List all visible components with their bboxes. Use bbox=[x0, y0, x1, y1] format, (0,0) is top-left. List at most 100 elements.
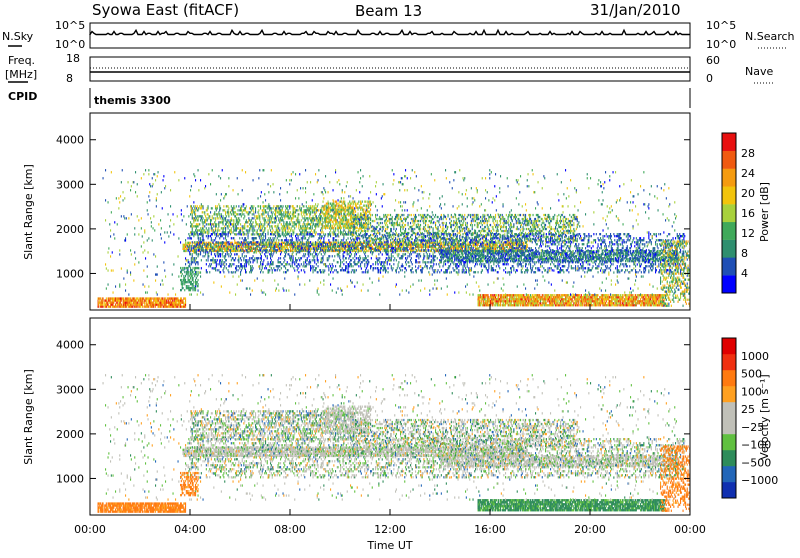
power-cell bbox=[518, 304, 519, 306]
power-cell bbox=[540, 302, 541, 304]
power-cell bbox=[291, 219, 292, 221]
power-cell bbox=[588, 252, 589, 254]
power-cell bbox=[316, 231, 317, 233]
power-cell bbox=[223, 217, 224, 219]
power-cell bbox=[495, 296, 496, 298]
power-cell bbox=[274, 219, 275, 221]
power-cell bbox=[660, 298, 661, 300]
power-cell bbox=[299, 205, 300, 207]
power-cell bbox=[262, 227, 263, 229]
power-cell bbox=[280, 217, 281, 219]
power-cell bbox=[285, 213, 286, 215]
power-cell bbox=[520, 304, 521, 306]
power-cell bbox=[208, 217, 209, 219]
power-cell bbox=[623, 294, 624, 296]
power-cell bbox=[272, 213, 273, 215]
power-cell bbox=[233, 205, 234, 207]
power-cell bbox=[314, 211, 315, 213]
nave-label: Nave bbox=[745, 65, 773, 78]
power-cell bbox=[367, 250, 368, 252]
power-cell bbox=[262, 215, 263, 217]
freq-label: Freq. bbox=[8, 54, 35, 67]
power-cell bbox=[317, 205, 318, 207]
power-cell bbox=[598, 294, 599, 296]
power-cell bbox=[597, 304, 598, 306]
power-cell bbox=[368, 250, 369, 252]
power-cell bbox=[503, 298, 504, 300]
power-cell bbox=[637, 296, 638, 298]
power-cell bbox=[315, 233, 316, 235]
power-cell bbox=[507, 246, 508, 248]
power-cell bbox=[553, 294, 554, 296]
power-cell bbox=[600, 304, 601, 306]
power-cell bbox=[195, 215, 196, 217]
power-cell bbox=[308, 205, 309, 207]
power-cell bbox=[281, 211, 282, 213]
power-cell bbox=[492, 294, 493, 296]
power-cell bbox=[301, 219, 302, 221]
power-cell bbox=[103, 302, 104, 304]
power-cell bbox=[314, 209, 315, 211]
power-cell bbox=[656, 300, 657, 302]
power-cell bbox=[509, 298, 510, 300]
power-cell bbox=[611, 256, 612, 258]
power-cell bbox=[282, 207, 283, 209]
power-cell bbox=[198, 209, 199, 211]
power-cell bbox=[505, 304, 506, 306]
power-cell bbox=[301, 211, 302, 213]
power-cell bbox=[449, 242, 450, 244]
power-cell bbox=[618, 294, 619, 296]
power-cell bbox=[287, 207, 288, 209]
power-cell bbox=[217, 215, 218, 217]
power-cell bbox=[203, 217, 204, 219]
power-cell bbox=[283, 229, 284, 231]
power-cell bbox=[303, 223, 304, 225]
power-cell bbox=[178, 306, 179, 308]
freq-left-tick-bottom: 8 bbox=[66, 72, 73, 85]
power-cell bbox=[203, 227, 204, 229]
power-cell bbox=[104, 302, 105, 304]
power-cell bbox=[219, 213, 220, 215]
power-cell bbox=[587, 296, 588, 298]
power-cell bbox=[213, 225, 214, 227]
power-cell bbox=[181, 297, 182, 299]
power-cell bbox=[224, 225, 225, 227]
power-cell bbox=[480, 294, 481, 296]
power-cell bbox=[290, 248, 291, 250]
power-cell bbox=[310, 211, 311, 213]
power-cell bbox=[234, 207, 235, 209]
power-cell bbox=[543, 304, 544, 306]
power-cell bbox=[168, 299, 169, 301]
power-cell bbox=[258, 213, 259, 215]
power-cell bbox=[530, 294, 531, 296]
power-cell bbox=[481, 302, 482, 304]
power-cell bbox=[210, 211, 211, 213]
power-cell bbox=[308, 217, 309, 219]
power-cell bbox=[293, 231, 294, 233]
power-cell bbox=[635, 300, 636, 302]
power-panel: 1000200030004000 Slant Range [km] 282420… bbox=[22, 113, 771, 310]
power-cell bbox=[444, 246, 445, 248]
power-cell bbox=[247, 211, 248, 213]
power-cell bbox=[273, 221, 274, 223]
power-cell bbox=[279, 221, 280, 223]
power-cell bbox=[403, 244, 404, 246]
power-cell bbox=[613, 256, 614, 258]
power-cell bbox=[202, 219, 203, 221]
power-cell bbox=[272, 215, 273, 217]
power-cell bbox=[185, 306, 186, 308]
power-cell bbox=[528, 294, 529, 296]
power-cell bbox=[248, 217, 249, 219]
power-cell bbox=[218, 213, 219, 215]
power-cell bbox=[562, 302, 563, 304]
power-cell bbox=[250, 227, 251, 229]
power-cell bbox=[282, 213, 283, 215]
power-cell bbox=[213, 229, 214, 231]
power-cell bbox=[205, 221, 206, 223]
power-cell bbox=[317, 221, 318, 223]
power-cell bbox=[250, 207, 251, 209]
power-cell bbox=[508, 298, 509, 300]
power-cell bbox=[123, 297, 124, 299]
power-cell bbox=[281, 223, 282, 225]
power-cell bbox=[115, 304, 116, 306]
